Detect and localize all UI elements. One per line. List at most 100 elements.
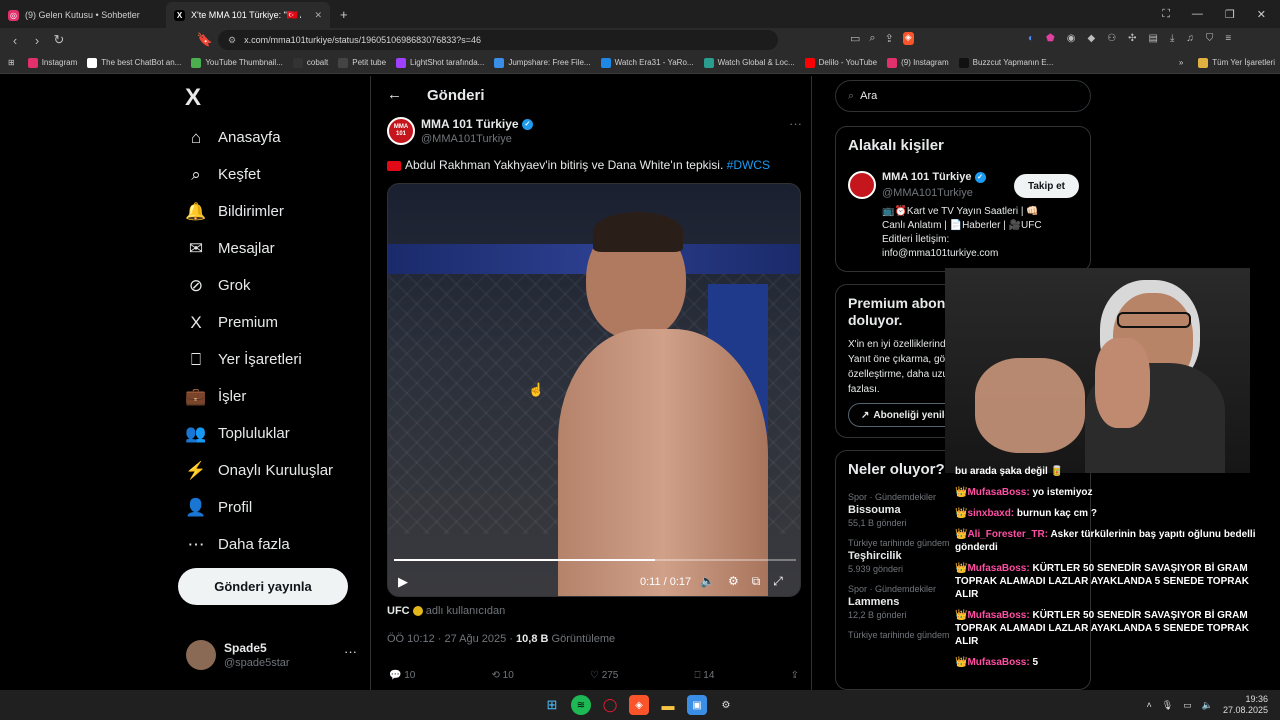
spotify-icon[interactable]: ≋ (571, 695, 591, 715)
extension-shield-icon[interactable]: ⬟ (1046, 33, 1055, 44)
post-button[interactable]: Gönderi yayınla (178, 568, 348, 605)
file-explorer-icon[interactable]: ▬ (658, 695, 678, 715)
nav-item-search[interactable]: ⌕ Keşfet (178, 156, 378, 193)
microphone-icon[interactable]: 🎙 (1162, 700, 1173, 711)
zoom-icon[interactable]: ⌕ (869, 32, 875, 45)
source-account-link[interactable]: UFC (387, 605, 410, 617)
play-icon[interactable]: ▶ (398, 574, 408, 590)
sidebar-toggle-icon[interactable]: ▤ (1149, 33, 1158, 44)
bookmark-item[interactable]: cobalt (288, 57, 333, 68)
nav-item-lightning[interactable]: ⚡ Onaylı Kuruluşlar (178, 452, 378, 489)
bookmark-item[interactable]: Jumpshare: Free File... (489, 57, 595, 68)
reply-button[interactable]: 💬 10 (389, 670, 415, 681)
close-window-icon[interactable]: ✕ (1257, 8, 1266, 21)
bookmark-item[interactable]: (9) Instagram (882, 57, 954, 68)
minimize-icon[interactable]: — (1192, 8, 1203, 21)
nav-item-mail[interactable]: ✉ Mesajlar (178, 230, 378, 267)
bookmark-item[interactable]: Watch Global & Loc... (699, 57, 800, 68)
photos-icon[interactable]: ▣ (687, 695, 707, 715)
nav-item-more-circle[interactable]: ⋯ Daha fazla (178, 526, 378, 563)
menu-icon[interactable]: ≡ (1225, 33, 1231, 44)
related-avatar[interactable] (848, 171, 876, 199)
search-box[interactable]: ⌕ Ara (835, 80, 1091, 112)
close-tab-icon[interactable]: ✕ (314, 10, 322, 21)
speaker-icon[interactable]: 🔈 (1202, 700, 1213, 711)
bookmark-item[interactable]: LightShot tarafında... (391, 57, 489, 68)
volume-icon[interactable]: 🔈 (700, 574, 715, 589)
nav-item-bell[interactable]: 🔔 Bildirimler (178, 193, 378, 230)
extensions-puzzle-icon[interactable]: ✣ (1128, 33, 1136, 44)
turkey-flag-icon (387, 160, 401, 171)
nav-item-grok[interactable]: ⊘ Grok (178, 267, 378, 304)
account-switcher[interactable]: Spade5 @spade5star ··· (186, 638, 366, 674)
nav-item-x-premium[interactable]: X Premium (178, 304, 378, 341)
chat-message: 👑MufasaBoss: 5 (955, 657, 1039, 668)
forward-icon[interactable]: › (26, 29, 48, 51)
steam-icon[interactable]: ⚙ (716, 695, 736, 715)
follow-button[interactable]: Takip et (1014, 174, 1079, 198)
nav-item-people[interactable]: 👥 Topluluklar (178, 415, 378, 452)
vpn-icon[interactable]: ⛉ (1206, 33, 1214, 44)
fullscreen-icon[interactable]: ⤢ (773, 574, 783, 589)
apps-grid-icon[interactable]: ⊞ (0, 58, 23, 67)
bookmark-item[interactable]: Instagram (23, 57, 83, 68)
tray-chevron-icon[interactable]: ˄ (1147, 700, 1152, 710)
browser-tab-inbox[interactable]: ◎ (9) Gelen Kutusu • Sohbetler (0, 2, 160, 28)
nav-item-person[interactable]: 👤 Profil (178, 489, 378, 526)
bookmarks-overflow-icon[interactable]: » (1169, 58, 1193, 67)
bookmark-item[interactable]: Delilo - YouTube (800, 57, 882, 68)
author-handle[interactable]: @MMA101Turkiye (421, 133, 512, 145)
nav-item-home[interactable]: ⌂ Anasayfa (178, 119, 378, 156)
settings-icon[interactable]: ⚙ (728, 574, 739, 589)
extension-gamepad-icon[interactable]: ⚇ (1107, 33, 1116, 44)
browser-tab-x-post[interactable]: X X'te MMA 101 Türkiye: "🇹🇷 Abdul... ✕ (166, 2, 330, 28)
site-info-icon[interactable]: ⚙ (228, 35, 236, 46)
clock[interactable]: 19:36 27.08.2025 (1223, 694, 1268, 716)
media-icon[interactable]: ♫ (1186, 33, 1194, 44)
network-icon[interactable]: ▭ (1183, 700, 1192, 711)
author-name[interactable]: MMA 101 Türkiye ✓ (421, 117, 533, 131)
bookmark-page-icon[interactable]: 🔖 (194, 29, 216, 51)
extension-translate-icon[interactable]: ◐ (1028, 33, 1034, 44)
brave-icon[interactable]: ◈ (629, 695, 649, 715)
cast-icon[interactable]: ▭ (850, 32, 860, 45)
back-icon[interactable]: ‹ (4, 29, 26, 51)
video-player[interactable]: ☝ ▶ 0:11 / 0:17 🔈 ⚙ ⧉ ⤢ (387, 183, 801, 597)
bookmark-button[interactable]: ⎕ 14 (695, 670, 715, 681)
back-arrow-icon[interactable]: ← (387, 86, 402, 103)
nav-item-bookmark[interactable]: ⎕ Yer İşaretleri (178, 341, 378, 378)
new-tab-button[interactable]: + (340, 7, 348, 22)
url-field[interactable]: ⚙ x.com/mma101turkiye/status/19605106986… (218, 30, 778, 50)
extension-icon-4[interactable]: ◆ (1087, 33, 1095, 44)
bookmark-favicon-icon (958, 57, 969, 68)
tab-search-icon[interactable]: ⛶ (1162, 8, 1170, 21)
reload-icon[interactable]: ↻ (48, 29, 70, 51)
extension-icon-3[interactable]: ◉ (1067, 33, 1076, 44)
maximize-icon[interactable]: ❐ (1225, 8, 1235, 21)
bookmark-item[interactable]: Buzzcut Yapmanın E... (954, 57, 1059, 68)
video-progress-track[interactable] (394, 559, 796, 561)
post-timestamp[interactable]: ÖÖ 10:12 · 27 Ağu 2025 · (387, 633, 513, 645)
brave-shield-icon[interactable]: ◈ (902, 32, 914, 45)
bookmark-item[interactable]: The best ChatBot an... (82, 57, 186, 68)
windows-start-icon[interactable]: ⊞ (542, 695, 562, 715)
bookmark-item[interactable]: Watch Era31 - YaRo... (596, 57, 699, 68)
author-avatar[interactable]: MMA 101 (387, 117, 415, 145)
share-icon[interactable]: ⇪ (791, 670, 799, 681)
bookmark-item[interactable]: Petit tube (333, 57, 391, 68)
related-name[interactable]: MMA 101 Türkiye ✓ (882, 171, 986, 183)
nav-item-briefcase[interactable]: 💼 İşler (178, 378, 378, 415)
downloads-icon[interactable]: ⤓ (1170, 33, 1174, 44)
share-icon[interactable]: ⇪ (885, 32, 894, 45)
like-button[interactable]: ♡ 275 (590, 670, 618, 681)
bookmark-item[interactable]: YouTube Thumbnail... (186, 57, 288, 68)
all-bookmarks-folder[interactable]: Tüm Yer İşaretleri (1193, 57, 1280, 68)
opera-icon[interactable]: ◯ (600, 695, 620, 715)
repost-button[interactable]: ⟲ 10 (492, 670, 514, 681)
x-logo-icon[interactable]: X (185, 84, 201, 112)
more-icon[interactable]: ··· (344, 644, 357, 659)
post-more-icon[interactable]: ··· (789, 116, 802, 131)
hashtag-link[interactable]: #DWCS (727, 158, 770, 172)
picture-in-picture-icon[interactable]: ⧉ (752, 574, 761, 589)
search-input[interactable]: Ara (860, 90, 877, 102)
